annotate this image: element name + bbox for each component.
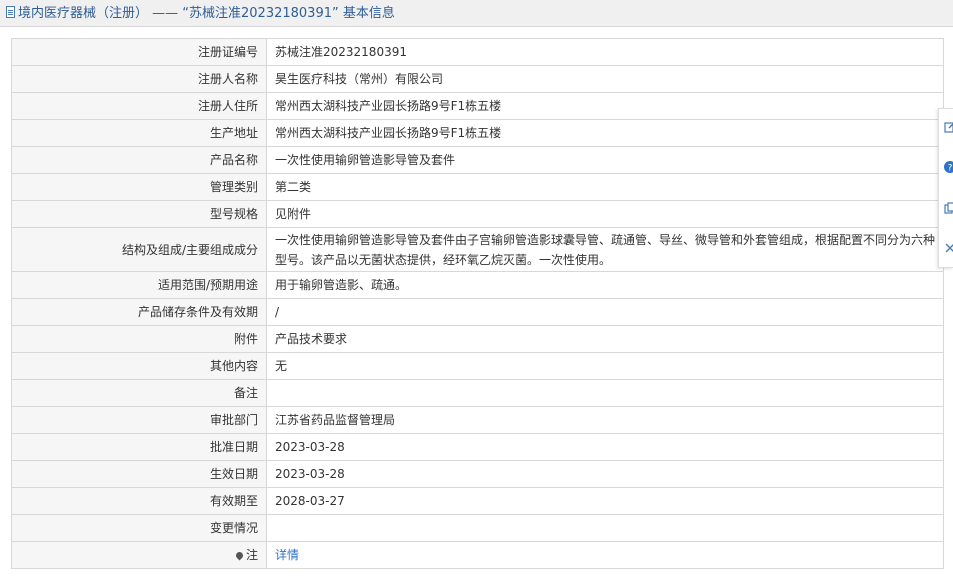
row-value — [266, 379, 944, 407]
row-value: 用于输卵管造影、疏通。 — [266, 271, 944, 299]
note-row: 注 详情 — [11, 541, 944, 569]
row-value: 2023-03-28 — [266, 460, 944, 488]
pin-icon — [234, 550, 245, 561]
table-row: 其他内容 无 — [11, 352, 944, 380]
row-label: 变更情况 — [11, 514, 267, 542]
document-icon — [6, 6, 15, 18]
page-title: 境内医疗器械（注册） —— “苏械注准20232180391” 基本信息 — [18, 6, 395, 21]
page-header: 境内医疗器械（注册） —— “苏械注准20232180391” 基本信息 — [0, 0, 953, 27]
row-value: 见附件 — [266, 200, 944, 228]
table-row: 注册人名称 昊生医疗科技（常州）有限公司 — [11, 65, 944, 93]
row-label: 型号规格 — [11, 200, 267, 228]
row-label: 备注 — [11, 379, 267, 407]
note-label: 注 — [245, 548, 258, 562]
table-row: 产品名称 一次性使用输卵管造影导管及套件 — [11, 146, 944, 174]
row-value: 产品技术要求 — [266, 325, 944, 353]
row-value: 昊生医疗科技（常州）有限公司 — [266, 65, 944, 93]
table-row: 注册证编号 苏械注准20232180391 — [11, 38, 944, 66]
close-icon[interactable] — [944, 242, 953, 254]
row-value: 常州西太湖科技产业园长扬路9号F1栋五楼 — [266, 119, 944, 147]
row-label: 有效期至 — [11, 487, 267, 515]
table-row: 附件 产品技术要求 — [11, 325, 944, 353]
svg-text:?: ? — [948, 164, 953, 174]
row-value: 第二类 — [266, 173, 944, 201]
table-row: 适用范围/预期用途 用于输卵管造影、疏通。 — [11, 271, 944, 299]
row-value: 常州西太湖科技产业园长扬路9号F1栋五楼 — [266, 92, 944, 120]
help-icon[interactable]: ? — [944, 161, 953, 173]
row-label: 适用范围/预期用途 — [11, 271, 267, 299]
row-label: 注册人住所 — [11, 92, 267, 120]
table-row: 生效日期 2023-03-28 — [11, 460, 944, 488]
copy-icon[interactable] — [944, 202, 953, 214]
row-label: 产品储存条件及有效期 — [11, 298, 267, 326]
row-label: 注册证编号 — [11, 38, 267, 66]
row-label: 生产地址 — [11, 119, 267, 147]
table-row: 生产地址 常州西太湖科技产业园长扬路9号F1栋五楼 — [11, 119, 944, 147]
row-value: / — [266, 298, 944, 326]
table-row: 有效期至 2028-03-27 — [11, 487, 944, 515]
row-label: 其他内容 — [11, 352, 267, 380]
row-value: 江苏省药品监督管理局 — [266, 406, 944, 434]
table-row: 产品储存条件及有效期 / — [11, 298, 944, 326]
row-value: 无 — [266, 352, 944, 380]
row-value: 苏械注准20232180391 — [266, 38, 944, 66]
row-value: 一次性使用输卵管造影导管及套件由子宫输卵管造影球囊导管、疏通管、导丝、微导管和外… — [266, 227, 944, 272]
row-label: 生效日期 — [11, 460, 267, 488]
note-value-cell: 详情 — [266, 541, 944, 569]
details-link[interactable]: 详情 — [275, 548, 299, 562]
basic-info-table: 注册证编号 苏械注准20232180391 注册人名称 昊生医疗科技（常州）有限… — [11, 38, 944, 569]
row-value: 2028-03-27 — [266, 487, 944, 515]
edit-icon[interactable] — [944, 121, 953, 133]
row-label: 批准日期 — [11, 433, 267, 461]
table-row: 批准日期 2023-03-28 — [11, 433, 944, 461]
note-label-cell: 注 — [11, 541, 267, 569]
table-row: 管理类别 第二类 — [11, 173, 944, 201]
row-label: 结构及组成/主要组成成分 — [11, 227, 267, 272]
table-row: 备注 — [11, 379, 944, 407]
row-value — [266, 514, 944, 542]
row-label: 审批部门 — [11, 406, 267, 434]
row-label: 产品名称 — [11, 146, 267, 174]
row-value: 2023-03-28 — [266, 433, 944, 461]
row-value: 一次性使用输卵管造影导管及套件 — [266, 146, 944, 174]
table-row: 型号规格 见附件 — [11, 200, 944, 228]
row-label: 附件 — [11, 325, 267, 353]
table-row: 结构及组成/主要组成成分 一次性使用输卵管造影导管及套件由子宫输卵管造影球囊导管… — [11, 227, 944, 272]
table-row: 注册人住所 常州西太湖科技产业园长扬路9号F1栋五楼 — [11, 92, 944, 120]
row-label: 管理类别 — [11, 173, 267, 201]
table-row: 变更情况 — [11, 514, 944, 542]
side-toolbar: ? — [938, 108, 953, 268]
table-row: 审批部门 江苏省药品监督管理局 — [11, 406, 944, 434]
row-label: 注册人名称 — [11, 65, 267, 93]
